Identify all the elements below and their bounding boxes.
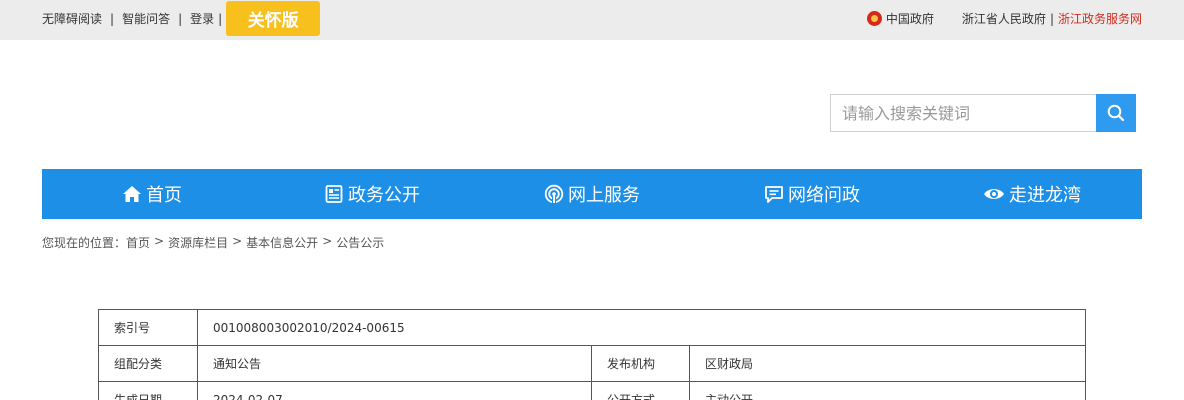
- publisher-label: 发布机构: [591, 345, 690, 382]
- breadcrumb-item-announcements[interactable]: 公告公示: [336, 234, 384, 251]
- disclosure-value: 主动公开: [689, 381, 1086, 400]
- nav-item-gov-affairs[interactable]: 政务公开: [262, 169, 482, 219]
- category-value: 通知公告: [197, 345, 592, 382]
- nav-label: 网络问政: [788, 185, 860, 206]
- top-left-links: 无障碍阅读 | 智能问答 | 登录 | 关怀版: [42, 0, 321, 37]
- zhejiang-service-link[interactable]: 浙江政务服务网: [1058, 10, 1142, 27]
- breadcrumb-separator: >: [154, 234, 165, 248]
- index-label: 索引号: [98, 309, 198, 346]
- document-info-table: 索引号 001008003002010/2024-00615 组配分类 通知公告…: [98, 309, 1086, 400]
- nav-label: 政务公开: [348, 185, 420, 206]
- nav-item-online-services[interactable]: 网上服务: [482, 169, 702, 219]
- breadcrumb: 您现在的位置： 首页 > 资源库栏目 > 基本信息公开 > 公告公示: [42, 234, 384, 251]
- breadcrumb-separator: >: [232, 234, 243, 248]
- nav-label: 走进龙湾: [1009, 185, 1081, 206]
- national-emblem-icon: [866, 11, 882, 26]
- breadcrumb-item-resources[interactable]: 资源库栏目: [168, 234, 228, 251]
- search-button[interactable]: [1096, 94, 1136, 132]
- category-label: 组配分类: [98, 345, 198, 382]
- divider: |: [218, 11, 223, 26]
- divider: |: [178, 11, 183, 26]
- disclosure-label: 公开方式: [591, 381, 690, 400]
- date-value: 2024-02-07: [197, 381, 592, 400]
- breadcrumb-item-home[interactable]: 首页: [126, 234, 150, 251]
- china-gov-link[interactable]: 中国政府: [886, 10, 934, 27]
- main-nav: 首页 政务公开 网上服务 网络问政 走进龙湾: [42, 169, 1142, 219]
- nav-item-online-inquiry[interactable]: 网络问政: [702, 169, 922, 219]
- breadcrumb-item-basic-info[interactable]: 基本信息公开: [246, 234, 318, 251]
- top-right-links: 中国政府 浙江省人民政府 | 浙江政务服务网: [866, 0, 1142, 37]
- home-icon: [123, 186, 141, 202]
- document-icon: [325, 185, 343, 203]
- login-link[interactable]: 登录: [190, 10, 214, 27]
- zhejiang-gov-link[interactable]: 浙江省人民政府: [962, 10, 1046, 27]
- search-icon: [1107, 104, 1125, 122]
- nav-item-about-longwan[interactable]: 走进龙湾: [922, 169, 1142, 219]
- table-row: 生成日期 2024-02-07 公开方式 主动公开: [98, 381, 1086, 400]
- nav-item-home[interactable]: 首页: [42, 169, 262, 219]
- care-mode-button[interactable]: 关怀版: [226, 1, 321, 36]
- search-input[interactable]: [830, 94, 1097, 132]
- broadcast-icon: [544, 184, 564, 204]
- top-bar: 无障碍阅读 | 智能问答 | 登录 | 关怀版 中国政府 浙江省人民政府 | 浙…: [0, 0, 1184, 40]
- date-label: 生成日期: [98, 381, 198, 400]
- table-row: 索引号 001008003002010/2024-00615: [98, 309, 1086, 346]
- divider: |: [110, 11, 115, 26]
- accessibility-link[interactable]: 无障碍阅读: [42, 10, 102, 27]
- eye-icon: [984, 189, 1004, 199]
- smart-qa-link[interactable]: 智能问答: [122, 10, 170, 27]
- chat-icon: [765, 186, 783, 203]
- breadcrumb-prefix: 您现在的位置：: [42, 236, 127, 250]
- nav-label: 网上服务: [568, 185, 640, 206]
- table-row: 组配分类 通知公告 发布机构 区财政局: [98, 345, 1086, 382]
- index-value: 001008003002010/2024-00615: [197, 309, 1086, 346]
- divider: |: [1049, 11, 1054, 26]
- publisher-value: 区财政局: [689, 345, 1086, 382]
- breadcrumb-separator: >: [322, 234, 333, 248]
- nav-label: 首页: [146, 185, 182, 206]
